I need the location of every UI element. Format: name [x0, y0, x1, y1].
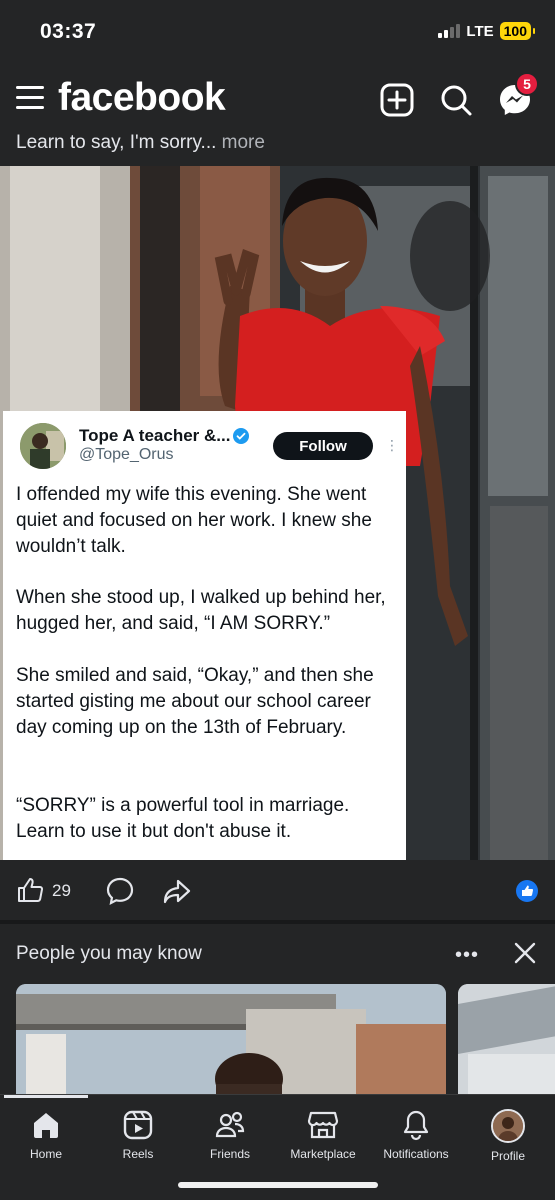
status-indicators: LTE 100 — [438, 22, 536, 40]
tweet-author-handle: @Tope_Orus — [79, 446, 174, 463]
comment-icon[interactable] — [105, 876, 135, 911]
verified-badge-icon — [233, 428, 249, 444]
post-caption: Learn to say, I'm sorry... more — [16, 132, 265, 154]
like-count[interactable]: 29 — [52, 881, 71, 901]
pymk-title: People you may know — [16, 943, 202, 964]
status-bar: 03:37 LTE 100 — [0, 0, 555, 64]
nav-label: Friends — [209, 1147, 250, 1161]
bell-icon — [403, 1110, 429, 1141]
tweet-paragraph: She smiled and said, “Okay,” and then sh… — [16, 665, 374, 738]
pymk-card[interactable] — [16, 984, 446, 1096]
thumbs-up-icon[interactable] — [16, 876, 44, 909]
share-icon[interactable] — [162, 876, 192, 911]
battery-icon: 100 — [499, 22, 536, 40]
post-photo[interactable]: Tope A teacher &... @Tope_Orus Follow ⋮ … — [0, 166, 555, 860]
nav-reels[interactable]: Reels — [88, 1109, 188, 1161]
nav-marketplace[interactable]: Marketplace — [273, 1109, 373, 1161]
plus-square-icon[interactable] — [379, 82, 415, 118]
marketplace-icon — [307, 1111, 339, 1139]
nav-label: Marketplace — [290, 1147, 356, 1161]
more-dots-icon[interactable]: ••• — [455, 944, 479, 967]
nav-home[interactable]: Home — [0, 1109, 96, 1161]
search-icon[interactable] — [438, 82, 474, 118]
post-actions: 29 — [0, 860, 555, 920]
menu-icon[interactable] — [16, 86, 44, 110]
app-header: facebook 5 Learn to say, I'm sorry... mo… — [0, 64, 555, 166]
network-label: LTE — [466, 22, 494, 40]
tweet-paragraph: I offended my wife this evening. She wen… — [16, 484, 372, 557]
like-reaction-icon[interactable] — [516, 880, 538, 907]
nav-label: Home — [29, 1147, 62, 1161]
tweet-avatar — [20, 423, 66, 469]
close-icon[interactable] — [513, 941, 537, 970]
tweet-card: Tope A teacher &... @Tope_Orus Follow ⋮ … — [3, 411, 406, 860]
active-tab-indicator — [4, 1095, 88, 1098]
messenger-icon[interactable]: 5 — [497, 72, 539, 118]
signal-icon — [438, 24, 461, 38]
people-you-may-know: People you may know ••• — [0, 924, 555, 1096]
home-indicator[interactable] — [178, 1182, 378, 1188]
caption-text: Learn to say, I'm sorry... — [16, 132, 217, 153]
nav-label: Reels — [122, 1147, 154, 1161]
tweet-paragraph: “SORRY” is a powerful tool in marriage. … — [16, 795, 350, 842]
home-icon — [34, 1113, 58, 1138]
pymk-card[interactable] — [458, 984, 555, 1096]
nav-friends[interactable]: Friends — [180, 1109, 280, 1161]
nav-label: Profile — [490, 1149, 525, 1163]
status-time: 03:37 — [40, 20, 97, 43]
nav-label: Notifications — [383, 1147, 449, 1161]
tweet-follow-button: Follow — [273, 432, 373, 460]
tweet-paragraph: When she stood up, I walked up behind he… — [16, 587, 386, 634]
nav-notifications[interactable]: Notifications — [366, 1109, 466, 1161]
tweet-more-icon: ⋮ — [385, 437, 399, 453]
nav-profile[interactable]: Profile — [458, 1109, 555, 1163]
reels-icon — [123, 1110, 153, 1140]
friends-icon — [215, 1111, 245, 1138]
tweet-author-name: Tope A teacher &... — [79, 426, 231, 445]
caption-more-link[interactable]: more — [216, 132, 265, 153]
messenger-badge: 5 — [515, 72, 539, 96]
profile-avatar — [491, 1109, 525, 1143]
facebook-logo[interactable]: facebook — [58, 76, 226, 120]
